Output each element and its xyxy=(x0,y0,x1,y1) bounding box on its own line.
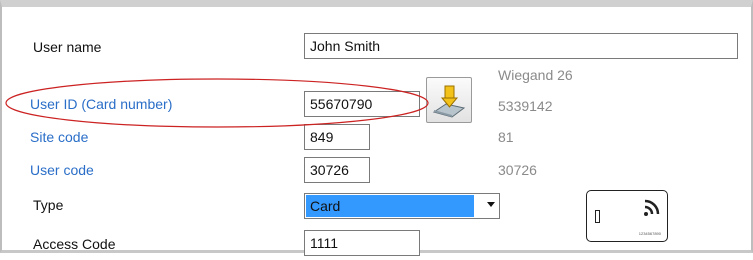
user-code-field[interactable]: 30726 xyxy=(304,157,370,183)
card-stripe xyxy=(595,210,600,223)
card-serial: 1234567890 xyxy=(638,231,661,236)
site-code-label: Site code xyxy=(30,129,89,145)
user-id-label: User ID (Card number) xyxy=(30,96,173,112)
wiegand-user-id: 5339142 xyxy=(498,98,553,114)
chevron-down-icon[interactable] xyxy=(487,202,495,207)
type-select[interactable]: Card xyxy=(304,193,500,219)
card-converter-icon xyxy=(432,85,466,118)
wiegand-header: Wiegand 26 xyxy=(498,67,573,83)
user-name-label: User name xyxy=(33,39,102,55)
contactless-card-icon: 1234567890 xyxy=(586,190,668,242)
access-code-field[interactable]: 1111 xyxy=(304,230,420,256)
access-code-label: Access Code xyxy=(33,236,116,252)
type-label: Type xyxy=(33,197,64,213)
type-selected-value: Card xyxy=(306,195,474,217)
wireless-icon xyxy=(644,199,660,216)
user-name-field[interactable]: John Smith xyxy=(304,33,738,59)
wiegand-site-code: 81 xyxy=(498,129,514,145)
site-code-field[interactable]: 849 xyxy=(304,124,370,150)
user-settings-panel: User name John Smith Wiegand 26 User ID … xyxy=(0,0,753,256)
user-id-field[interactable]: 55670790 xyxy=(304,91,420,117)
user-code-label: User code xyxy=(30,162,94,178)
wiegand-user-code: 30726 xyxy=(498,162,537,178)
convert-card-button[interactable] xyxy=(426,77,472,123)
